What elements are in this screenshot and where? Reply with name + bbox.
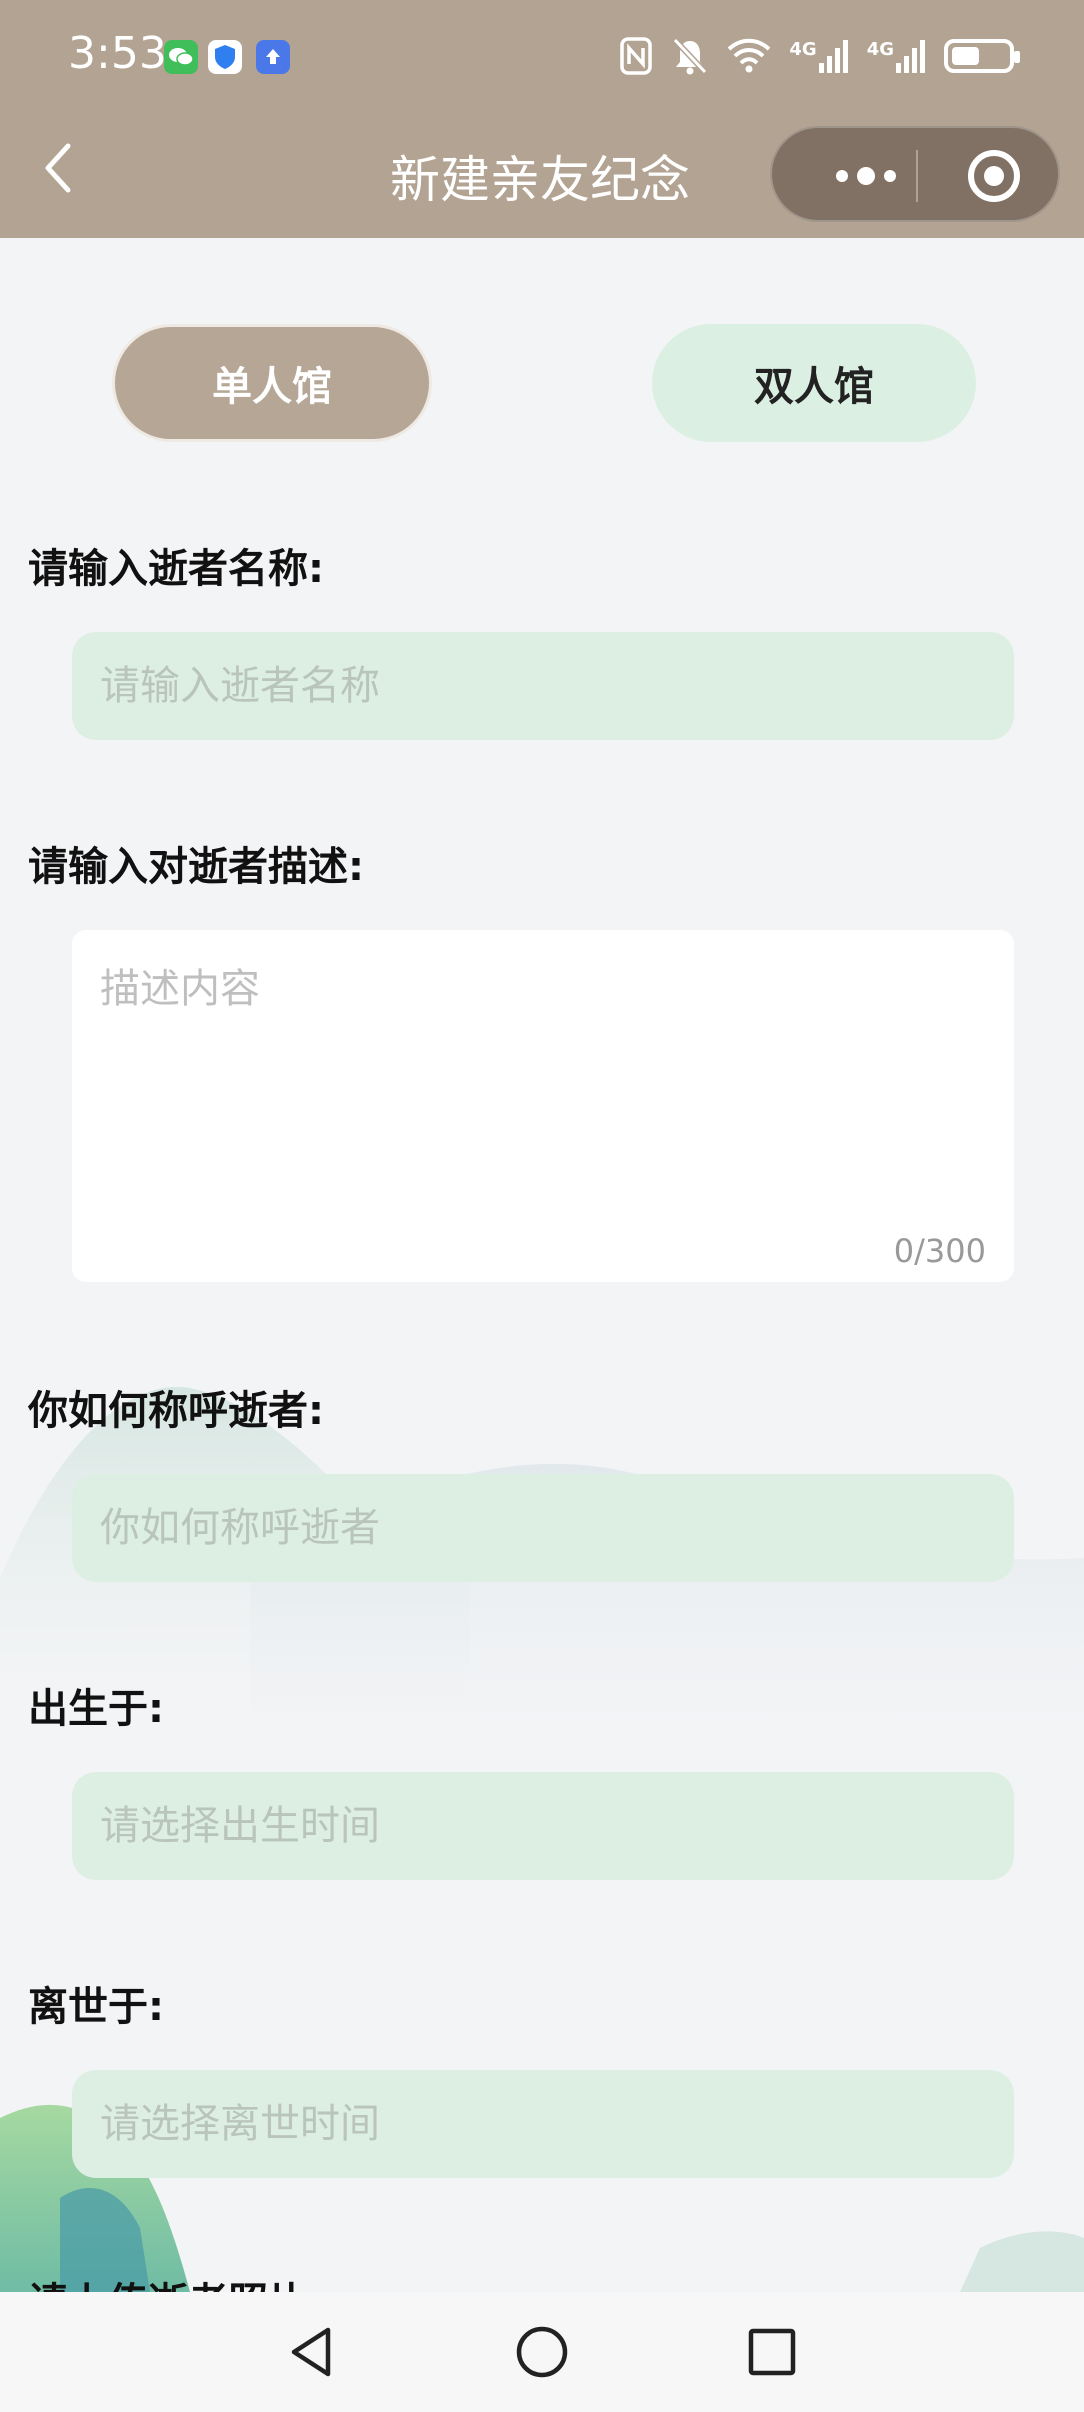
bell-muted-icon bbox=[673, 37, 708, 75]
capsule-divider bbox=[916, 150, 918, 202]
nav-back-icon[interactable] bbox=[282, 2322, 342, 2382]
birth-label: 出生于: bbox=[28, 1686, 164, 1732]
upload-icon bbox=[256, 40, 290, 74]
target-icon[interactable] bbox=[964, 146, 1024, 206]
description-textarea[interactable] bbox=[72, 930, 1014, 1282]
signal-4g-icon: 4G bbox=[867, 39, 926, 73]
signal-label: 4G bbox=[789, 39, 817, 60]
description-label: 请输入对逝者描述: bbox=[28, 844, 364, 890]
shield-icon bbox=[208, 40, 242, 74]
birth-date-picker[interactable] bbox=[72, 1772, 1014, 1880]
nav-recents-icon[interactable] bbox=[742, 2322, 802, 2382]
address-label: 你如何称呼逝者: bbox=[28, 1388, 324, 1434]
nav-home-icon[interactable] bbox=[512, 2322, 572, 2382]
nfc-icon bbox=[620, 37, 653, 75]
description-box: 0/300 bbox=[72, 930, 1014, 1282]
system-nav-bar bbox=[0, 2292, 1084, 2412]
page-title: 新建亲友纪念 bbox=[390, 151, 690, 209]
main-content: 单人馆 双人馆 请输入逝者名称: 请输入对逝者描述: 0/300 你如何称呼逝者… bbox=[0, 238, 1084, 2292]
death-label: 离世于: bbox=[28, 1984, 164, 2030]
photo-label: 请上传逝者照片: bbox=[28, 2270, 324, 2292]
tab-single-hall[interactable]: 单人馆 bbox=[112, 324, 432, 442]
signal-4g-icon: 4G bbox=[789, 39, 848, 73]
name-label: 请输入逝者名称: bbox=[28, 546, 324, 592]
char-counter: 0/300 bbox=[893, 1232, 986, 1270]
status-icons: 4G 4G bbox=[619, 30, 1020, 82]
wechat-icon bbox=[164, 40, 198, 74]
battery-icon bbox=[944, 39, 1020, 73]
nav-bar: 新建亲友纪念 bbox=[0, 112, 1084, 238]
name-input[interactable] bbox=[72, 632, 1014, 740]
back-icon[interactable] bbox=[34, 138, 84, 198]
address-input[interactable] bbox=[72, 1474, 1014, 1582]
battery-fill bbox=[952, 47, 979, 65]
tab-double-hall[interactable]: 双人馆 bbox=[652, 324, 976, 442]
death-date-picker[interactable] bbox=[72, 2070, 1014, 2178]
status-time: 3:53 bbox=[68, 28, 167, 79]
mini-program-capsule bbox=[770, 126, 1060, 222]
status-bar: 3:53 4G 4G bbox=[0, 0, 1084, 112]
header: 3:53 4G 4G 新建亲友纪念 bbox=[0, 0, 1084, 238]
more-icon[interactable] bbox=[812, 158, 952, 194]
wifi-icon bbox=[728, 38, 771, 73]
signal-label: 4G bbox=[866, 39, 894, 60]
